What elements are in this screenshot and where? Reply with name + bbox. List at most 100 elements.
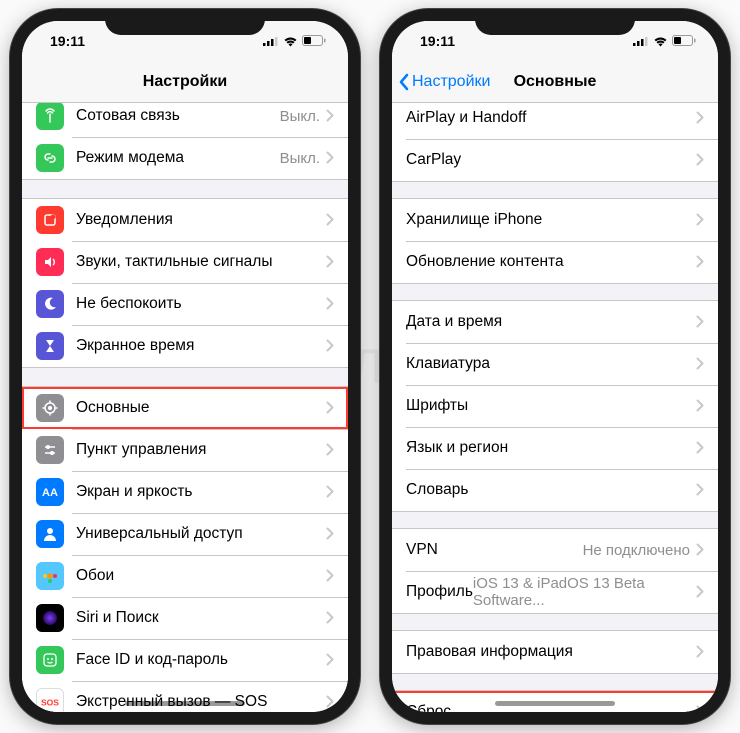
chevron-right-icon bbox=[696, 355, 704, 373]
chevron-right-icon bbox=[696, 583, 704, 601]
settings-row[interactable]: Язык и регион bbox=[392, 427, 718, 469]
face-icon bbox=[36, 646, 64, 674]
settings-row[interactable]: Основные bbox=[22, 387, 348, 429]
sliders-icon bbox=[36, 436, 64, 464]
row-label: VPN bbox=[406, 541, 583, 559]
settings-row[interactable]: AA Экран и яркость bbox=[22, 471, 348, 513]
general-list[interactable]: AirPlay и Handoff CarPlay Хранилище iPhone… bbox=[392, 103, 718, 712]
settings-row[interactable]: CarPlay bbox=[392, 139, 718, 181]
settings-list[interactable]: Сотовая связьВыкл.Режим модемаВыкл.Уведо… bbox=[22, 103, 348, 712]
settings-group: Основные Пункт управления AA Экран и яркост… bbox=[22, 386, 348, 712]
svg-text:SOS: SOS bbox=[41, 698, 59, 708]
chevron-right-icon bbox=[696, 253, 704, 271]
row-label: Шрифты bbox=[406, 397, 696, 415]
chevron-right-icon bbox=[696, 703, 704, 712]
row-label: Основные bbox=[76, 399, 326, 417]
settings-row[interactable]: Экранное время bbox=[22, 325, 348, 367]
settings-row[interactable]: VPNНе подключено bbox=[392, 529, 718, 571]
row-label: Обновление контента bbox=[406, 253, 696, 271]
settings-row[interactable]: Обои bbox=[22, 555, 348, 597]
settings-row[interactable]: Уведомления bbox=[22, 199, 348, 241]
row-value: iOS 13 & iPadOS 13 Beta Software... bbox=[473, 575, 690, 609]
row-label: Обои bbox=[76, 567, 326, 585]
settings-row[interactable]: Пункт управления bbox=[22, 429, 348, 471]
settings-row[interactable]: Звуки, тактильные сигналы bbox=[22, 241, 348, 283]
row-label: Звуки, тактильные сигналы bbox=[76, 253, 326, 271]
chevron-right-icon bbox=[326, 149, 334, 167]
screen-right: 19:11 Настройки Основные AirPlay и Hando… bbox=[392, 21, 718, 712]
settings-row[interactable]: Face ID и код-пароль bbox=[22, 639, 348, 681]
settings-row[interactable]: Обновление контента bbox=[392, 241, 718, 283]
row-label: Экран и яркость bbox=[76, 483, 326, 501]
row-label: Дата и время bbox=[406, 313, 696, 331]
chevron-right-icon bbox=[696, 151, 704, 169]
moon-icon bbox=[36, 290, 64, 318]
aa-icon: AA bbox=[36, 478, 64, 506]
row-label: Режим модема bbox=[76, 149, 280, 167]
chevron-right-icon bbox=[696, 211, 704, 229]
status-time: 19:11 bbox=[50, 33, 85, 49]
wifi-icon bbox=[283, 36, 298, 47]
cellular-signal-icon bbox=[633, 36, 649, 46]
row-label: Язык и регион bbox=[406, 439, 696, 457]
speaker-icon bbox=[36, 248, 64, 276]
settings-row[interactable]: Режим модемаВыкл. bbox=[22, 137, 348, 179]
chevron-right-icon bbox=[326, 211, 334, 229]
chevron-right-icon bbox=[326, 107, 334, 125]
settings-row[interactable]: Универсальный доступ bbox=[22, 513, 348, 555]
row-label: Siri и Поиск bbox=[76, 609, 326, 627]
settings-row[interactable]: SOSЭкстренный вызов — SOS bbox=[22, 681, 348, 712]
link-icon bbox=[36, 144, 64, 172]
home-indicator[interactable] bbox=[125, 701, 245, 706]
chevron-right-icon bbox=[326, 337, 334, 355]
chevron-right-icon bbox=[696, 481, 704, 499]
gear-icon bbox=[36, 394, 64, 422]
status-icons bbox=[263, 35, 326, 47]
settings-row[interactable]: Словарь bbox=[392, 469, 718, 511]
nav-title: Настройки bbox=[143, 73, 227, 91]
row-label: CarPlay bbox=[406, 151, 696, 169]
row-label: Словарь bbox=[406, 481, 696, 499]
screen-left: 19:11 Настройки Сотовая связьВыкл.Режим … bbox=[22, 21, 348, 712]
nav-title: Основные bbox=[514, 73, 597, 91]
back-button[interactable]: Настройки bbox=[398, 73, 490, 91]
settings-row[interactable]: AirPlay и Handoff bbox=[392, 103, 718, 139]
chevron-right-icon bbox=[696, 643, 704, 661]
row-label: Хранилище iPhone bbox=[406, 211, 696, 229]
chevron-right-icon bbox=[326, 399, 334, 417]
sos-icon: SOS bbox=[36, 688, 64, 712]
flower-icon bbox=[36, 562, 64, 590]
back-label: Настройки bbox=[412, 73, 490, 91]
row-value: Выкл. bbox=[280, 108, 320, 125]
phone-right: 19:11 Настройки Основные AirPlay и Hando… bbox=[380, 9, 730, 724]
notch bbox=[105, 9, 265, 35]
settings-row[interactable]: Сотовая связьВыкл. bbox=[22, 103, 348, 137]
settings-row[interactable]: Шрифты bbox=[392, 385, 718, 427]
settings-row[interactable]: Не беспокоить bbox=[22, 283, 348, 325]
svg-text:AA: AA bbox=[42, 487, 58, 499]
row-label: Универсальный доступ bbox=[76, 525, 326, 543]
settings-row[interactable]: Клавиатура bbox=[392, 343, 718, 385]
settings-row[interactable]: Siri и Поиск bbox=[22, 597, 348, 639]
home-indicator[interactable] bbox=[495, 701, 615, 706]
row-value: Выкл. bbox=[280, 150, 320, 167]
antenna-icon bbox=[36, 103, 64, 130]
chevron-right-icon bbox=[696, 439, 704, 457]
hourglass-icon bbox=[36, 332, 64, 360]
settings-group: AirPlay и Handoff CarPlay bbox=[392, 103, 718, 182]
bell-icon bbox=[36, 206, 64, 234]
status-icons bbox=[633, 35, 696, 47]
settings-group: Дата и время Клавиатура Шрифты Язык и регио… bbox=[392, 300, 718, 512]
row-value: Не подключено bbox=[583, 542, 690, 559]
row-label: Пункт управления bbox=[76, 441, 326, 459]
chevron-right-icon bbox=[696, 397, 704, 415]
settings-row[interactable]: Правовая информация bbox=[392, 631, 718, 673]
wifi-icon bbox=[653, 36, 668, 47]
settings-row[interactable]: Хранилище iPhone bbox=[392, 199, 718, 241]
chevron-right-icon bbox=[326, 609, 334, 627]
settings-row[interactable]: Дата и время bbox=[392, 301, 718, 343]
settings-group: VPNНе подключеноПрофильiOS 13 & iPadOS 1… bbox=[392, 528, 718, 614]
settings-row[interactable]: ПрофильiOS 13 & iPadOS 13 Beta Software.… bbox=[392, 571, 718, 613]
row-label: Правовая информация bbox=[406, 643, 696, 661]
nav-bar: Настройки bbox=[22, 61, 348, 103]
